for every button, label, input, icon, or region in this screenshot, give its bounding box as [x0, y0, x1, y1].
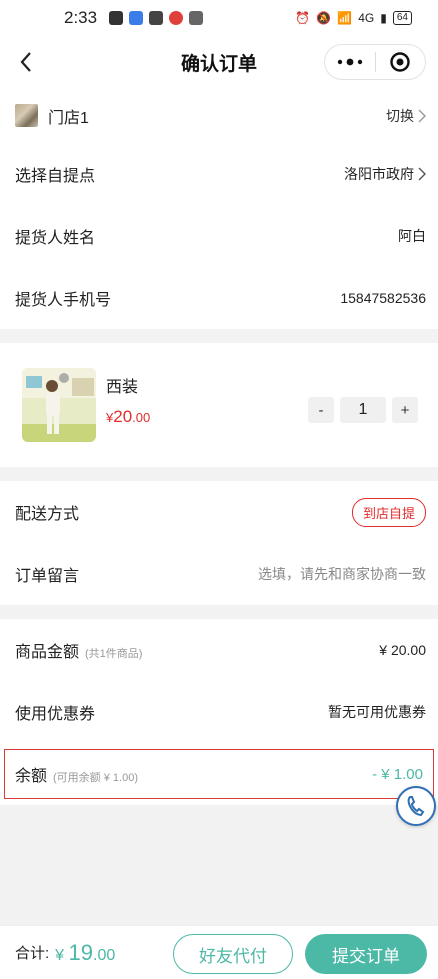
decrease-button[interactable]: - [308, 397, 334, 423]
coupon-value: 暂无可用优惠券 [328, 704, 426, 720]
bottom-bar: 合计: ¥ 19.00 好友代付 提交订单 [0, 925, 438, 979]
goods-amount-row: 商品金额 (共1件商品) ¥ 20.00 [0, 619, 438, 681]
store-row[interactable]: 门店1 切换 [0, 88, 438, 143]
spacer [0, 799, 438, 805]
alarm-icon: ⏰ [295, 11, 311, 25]
section-gap [0, 605, 438, 619]
product-price-int: 20 [113, 407, 133, 426]
status-right: ⏰ 🔕 📶 4G ▮ 64 [295, 11, 412, 25]
pickup-point-label: 选择自提点 [15, 168, 96, 185]
pickup-phone-label: 提货人手机号 [15, 292, 112, 309]
pickup-section: 门店1 切换 选择自提点 洛阳市政府 提货人姓名 阿白 提货人手机号 15847… [0, 88, 438, 329]
quantity-stepper: - 1 + [308, 397, 418, 423]
nav-bar: 确认订单 [0, 36, 438, 88]
wifi-icon: 📶 [337, 11, 353, 25]
wechat-icon [109, 11, 124, 25]
mute-icon: 🔕 [316, 11, 332, 25]
pickup-name-value: 阿白 [398, 228, 426, 244]
section-gap [0, 329, 438, 343]
status-time: 2:33 [64, 8, 98, 27]
product-price-dec: .00 [132, 410, 151, 425]
product-name: 西装 [106, 379, 139, 396]
balance-value: - ¥ 1.00 [372, 765, 423, 783]
total-currency: ¥ [55, 946, 65, 964]
signal-icon: ▮ [380, 11, 387, 25]
pickup-point-value-wrap: 洛阳市政府 [344, 164, 426, 184]
submit-order-button[interactable]: 提交订单 [305, 934, 427, 974]
product-item: 西装 ¥20.00 - 1 + [0, 343, 438, 467]
total-price: ¥ 19.00 [55, 940, 115, 966]
goods-amount-label-wrap: 商品金额 (共1件商品) [15, 638, 142, 662]
goods-amount-value: ¥ 20.00 [379, 642, 426, 658]
weibo-icon [169, 11, 184, 25]
phone-icon [407, 796, 425, 817]
total-dec: .00 [93, 946, 116, 964]
friend-pay-button[interactable]: 好友代付 [173, 934, 293, 974]
coupon-row[interactable]: 使用优惠券 暂无可用优惠券 [0, 681, 438, 743]
more-dots-icon [337, 58, 362, 66]
miniprogram-capsule [324, 44, 426, 80]
delivery-label: 配送方式 [15, 506, 80, 523]
product-info: 西装 ¥20.00 [106, 373, 150, 427]
app-icon [189, 11, 204, 25]
status-left: 2:33 [64, 8, 204, 28]
more-button[interactable] [325, 45, 375, 79]
target-close-icon [390, 52, 410, 72]
store-name: 门店1 [48, 109, 89, 127]
goods-count-note: (共1件商品) [85, 648, 143, 660]
remark-input[interactable]: 选填，请先和商家协商一致 [258, 564, 426, 584]
delivery-method-badge[interactable]: 到店自提 [351, 497, 426, 527]
phone-button[interactable] [396, 786, 436, 826]
pickup-name-row[interactable]: 提货人姓名 阿白 [0, 205, 438, 267]
pickup-point-value: 洛阳市政府 [344, 166, 414, 182]
coupon-label: 使用优惠券 [15, 706, 96, 723]
total-label: 合计: [15, 945, 50, 962]
total-int: 19 [68, 939, 94, 965]
section-gap [0, 467, 438, 481]
remark-label: 订单留言 [15, 568, 80, 585]
delivery-section: 配送方式 到店自提 订单留言 选填，请先和商家协商一致 [0, 481, 438, 605]
chevron-right-icon [418, 109, 426, 122]
translate-icon [149, 11, 164, 25]
cloud-icon [129, 11, 144, 25]
battery-icon: 64 [392, 11, 412, 25]
pickup-phone-row[interactable]: 提货人手机号 15847582536 [0, 267, 438, 329]
balance-label: 余额 [15, 768, 48, 785]
chevron-right-icon [418, 167, 426, 181]
pickup-name-label: 提货人姓名 [15, 230, 96, 247]
store-switch[interactable]: 切换 [386, 106, 426, 126]
increase-button[interactable]: + [392, 397, 418, 423]
pickup-phone-value: 15847582536 [340, 290, 426, 306]
pickup-point-row[interactable]: 选择自提点 洛阳市政府 [0, 143, 438, 205]
summary-section: 商品金额 (共1件商品) ¥ 20.00 使用优惠券 暂无可用优惠券 余额 (可用余… [0, 619, 438, 805]
close-button[interactable] [376, 45, 426, 79]
product-price: ¥20.00 [106, 407, 150, 427]
delivery-row: 配送方式 到店自提 [0, 481, 438, 543]
remark-row: 订单留言 选填，请先和商家协商一致 [0, 543, 438, 605]
store-thumbnail [15, 104, 38, 127]
product-photo [22, 368, 96, 442]
status-bar: 2:33 ⏰ 🔕 📶 4G ▮ 64 [0, 0, 438, 36]
product-image [22, 368, 96, 442]
balance-label-wrap: 余额 (可用余额 ¥ 1.00) [15, 762, 138, 786]
store-left: 门店1 [15, 104, 89, 128]
switch-label: 切换 [386, 107, 414, 124]
quantity-value[interactable]: 1 [340, 397, 386, 423]
goods-amount-label: 商品金额 [15, 644, 80, 661]
balance-available-note: (可用余额 ¥ 1.00) [53, 772, 138, 784]
network-label: 4G [358, 11, 375, 25]
balance-row[interactable]: 余额 (可用余额 ¥ 1.00) - ¥ 1.00 [4, 749, 434, 799]
